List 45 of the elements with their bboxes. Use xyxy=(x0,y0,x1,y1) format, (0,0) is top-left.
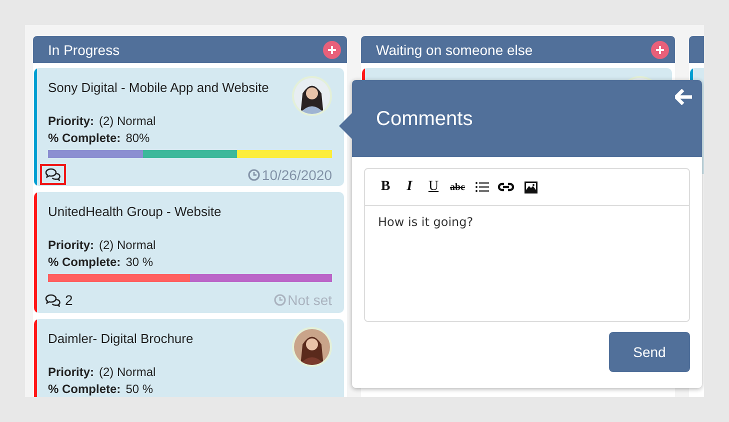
complete-value: 30 % xyxy=(126,255,154,269)
comments-icon xyxy=(45,168,61,181)
send-button[interactable]: Send xyxy=(609,332,690,372)
priority-value: (2) Normal xyxy=(99,238,156,252)
comments-button[interactable] xyxy=(40,164,66,185)
add-button[interactable] xyxy=(323,40,341,58)
bold-button[interactable]: B xyxy=(378,179,393,195)
complete-label: % Complete: xyxy=(48,131,121,145)
back-button[interactable] xyxy=(675,89,693,105)
image-icon xyxy=(524,180,538,194)
link-icon xyxy=(498,182,514,192)
priority-value: (2) Normal xyxy=(99,114,156,128)
complete-label: % Complete: xyxy=(48,382,121,396)
italic-button[interactable]: I xyxy=(402,179,417,195)
comments-icon xyxy=(45,294,61,306)
card-title: Daimler- Digital Brochure xyxy=(48,331,194,346)
priority-label: Priority: xyxy=(48,238,94,252)
complete-value: 50 % xyxy=(126,382,154,396)
list-icon xyxy=(474,181,488,193)
due-date: 10/26/2020 xyxy=(248,166,332,182)
complete-value: 80% xyxy=(126,131,150,145)
strike-button[interactable]: abc xyxy=(450,182,465,192)
plus-icon xyxy=(328,46,336,54)
comments-button[interactable]: 2 xyxy=(40,288,78,312)
popup-title: Comments xyxy=(376,108,473,131)
task-card[interactable]: Daimler- Digital Brochure Priority: (2) Normal % Complete: 50 % xyxy=(34,319,344,397)
priority-label: Priority: xyxy=(48,365,94,379)
list-button[interactable] xyxy=(474,181,489,193)
add-button[interactable] xyxy=(651,40,669,58)
back-arrow-icon xyxy=(675,89,693,105)
task-card[interactable]: Sony Digital - Mobile App and Website Priority: (2) Normal % Complete: 80% 10/26/2020 xyxy=(34,68,344,186)
image-button[interactable] xyxy=(523,180,538,194)
clock-icon xyxy=(248,168,260,180)
link-button[interactable] xyxy=(498,182,514,192)
column-title: Waiting on someone else xyxy=(376,42,533,58)
complete-label: % Complete: xyxy=(48,255,121,269)
priority-label: Priority: xyxy=(48,114,94,128)
card-title: Sony Digital - Mobile App and Website xyxy=(48,80,269,95)
card-title: UnitedHealth Group - Website xyxy=(48,204,222,219)
plus-icon xyxy=(656,46,664,54)
priority-value: (2) Normal xyxy=(99,365,156,379)
column-title: In Progress xyxy=(48,42,120,58)
underline-button[interactable]: U xyxy=(426,179,441,195)
comment-editor[interactable]: B I U abc How is it going? xyxy=(364,168,690,322)
clock-icon xyxy=(274,294,286,306)
